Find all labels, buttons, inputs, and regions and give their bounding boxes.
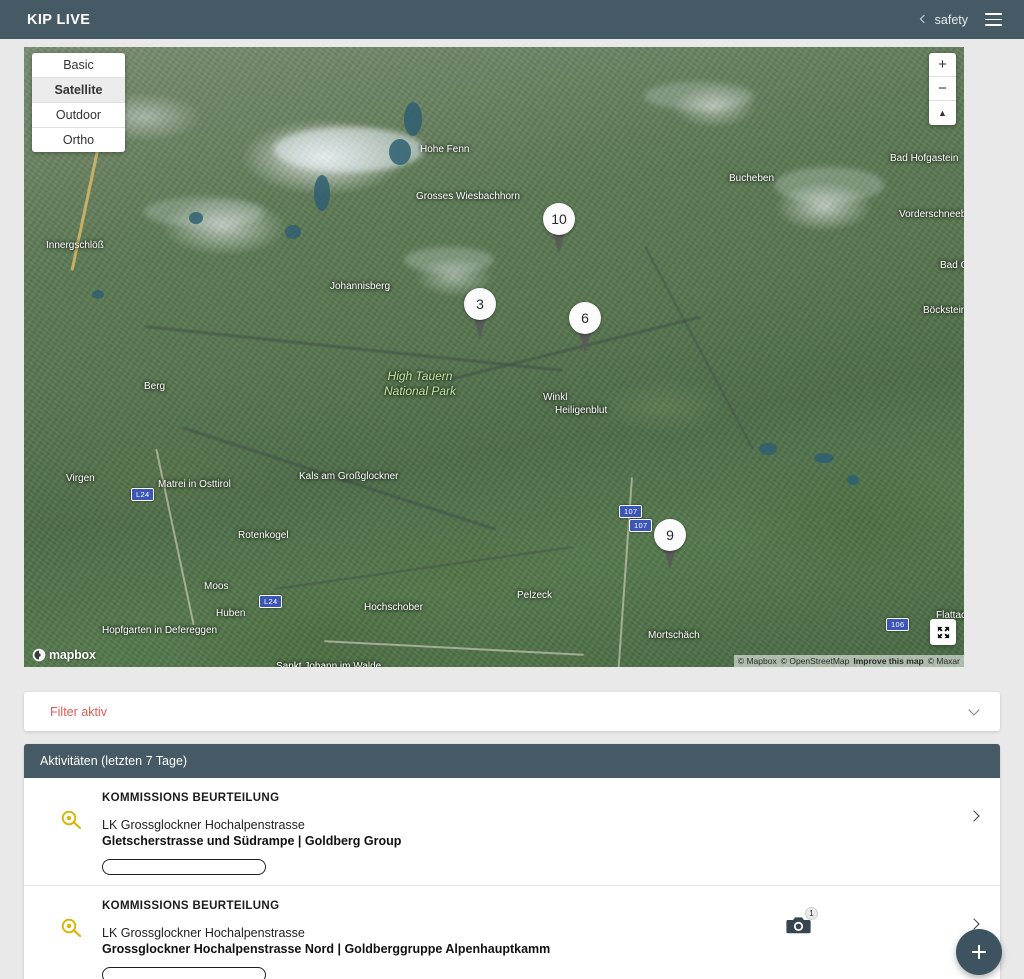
- back-link-label: safety: [934, 12, 968, 27]
- activities-title: Aktivitäten (letzten 7 Tage): [24, 744, 1000, 778]
- compass-north-button[interactable]: ▲: [929, 101, 956, 125]
- activity-section-label: Gletscherstrasse und Südrampe | Goldberg…: [102, 834, 402, 848]
- activity-project-label: LK Grossglockner Hochalpenstrasse: [102, 818, 305, 832]
- activity-row[interactable]: KOMMISSIONS BEURTEILUNG LK Grossglockner …: [24, 886, 1000, 979]
- map-lake: [92, 290, 104, 299]
- chevron-down-icon[interactable]: [968, 703, 980, 716]
- layer-option-satellite[interactable]: Satellite: [32, 78, 125, 103]
- activity-body: KOMMISSIONS BEURTEILUNG LK Grossglockner …: [102, 792, 984, 875]
- plus-icon: [972, 945, 986, 959]
- map-cluster-count: 6: [569, 302, 601, 334]
- map-road-shield: 106: [886, 618, 910, 631]
- map-layer-switcher[interactable]: Basic Satellite Outdoor Ortho: [32, 53, 125, 152]
- chevron-left-icon: [919, 14, 928, 24]
- activity-status-pill: [102, 859, 266, 875]
- map-cluster-count: 9: [654, 519, 686, 551]
- layer-option-basic[interactable]: Basic: [32, 53, 125, 78]
- layer-option-outdoor[interactable]: Outdoor: [32, 103, 125, 128]
- map-lake: [389, 139, 411, 165]
- map-road-shield: L24: [131, 488, 155, 501]
- attribution-osm[interactable]: © OpenStreetMap: [781, 656, 850, 666]
- zoom-in-button[interactable]: +: [929, 53, 956, 77]
- attribution-mapbox[interactable]: © Mapbox: [738, 656, 777, 666]
- map-attribution: © Mapbox © OpenStreetMap Improve this ma…: [733, 655, 964, 667]
- activities-list: KOMMISSIONS BEURTEILUNG LK Grossglockner …: [24, 778, 1000, 979]
- map-cluster-marker[interactable]: 3: [461, 288, 499, 340]
- layer-option-ortho[interactable]: Ortho: [32, 128, 125, 152]
- hamburger-menu-icon[interactable]: [985, 13, 1002, 26]
- photo-count-badge: 1: [805, 907, 818, 920]
- map-ridge: [774, 167, 884, 203]
- filter-status-label: Filter aktiv: [50, 704, 107, 719]
- map-ridge: [144, 197, 264, 227]
- header-actions: safety: [919, 12, 1002, 27]
- map-cluster-marker[interactable]: 10: [540, 203, 578, 255]
- map-lake: [847, 475, 859, 485]
- activity-type-label: KOMMISSIONS BEURTEILUNG: [102, 900, 280, 912]
- activity-row[interactable]: KOMMISSIONS BEURTEILUNG LK Grossglockner …: [24, 778, 1000, 886]
- attribution-maxar[interactable]: © Maxar: [928, 656, 960, 666]
- activities-panel: Aktivitäten (letzten 7 Tage) KOMMISSIONS…: [24, 744, 1000, 979]
- map-lake: [759, 443, 777, 455]
- map-ridge: [404, 247, 494, 273]
- activity-project-label: LK Grossglockner Hochalpenstrasse: [102, 926, 305, 940]
- map-lake: [285, 225, 301, 239]
- activity-status-pill: [102, 967, 266, 979]
- map-terrain-texture: [24, 47, 964, 667]
- activity-body: KOMMISSIONS BEURTEILUNG LK Grossglockner …: [102, 900, 984, 979]
- map-cluster-marker[interactable]: 6: [566, 302, 604, 354]
- back-to-safety-link[interactable]: safety: [919, 12, 968, 27]
- map-container[interactable]: Basic Satellite Outdoor Ortho + − ▲ Hohe…: [24, 47, 964, 667]
- app-header: KIP LIVE safety: [0, 0, 1024, 39]
- magnifier-icon: [40, 900, 102, 939]
- zoom-out-button[interactable]: −: [929, 77, 956, 101]
- app-title: KIP LIVE: [27, 11, 91, 28]
- map-cluster-marker[interactable]: 9: [651, 519, 689, 571]
- map-cluster-count: 3: [464, 288, 496, 320]
- map-road-shield: 107: [629, 519, 653, 532]
- map-road-shield: L24: [259, 595, 283, 608]
- fullscreen-icon[interactable]: [930, 619, 956, 645]
- activity-type-label: KOMMISSIONS BEURTEILUNG: [102, 792, 280, 804]
- map-ridge: [644, 82, 754, 110]
- camera-icon[interactable]: 1: [786, 907, 818, 936]
- map-lake: [814, 453, 834, 463]
- map-lake: [404, 102, 422, 136]
- magnifier-icon: [40, 792, 102, 831]
- map-lake: [189, 212, 203, 224]
- activity-section-label: Grossglockner Hochalpenstrasse Nord | Go…: [102, 942, 551, 956]
- page-body: Basic Satellite Outdoor Ortho + − ▲ Hohe…: [0, 39, 1024, 979]
- mapbox-logo[interactable]: mapbox: [32, 648, 96, 662]
- mapbox-logo-text: mapbox: [49, 648, 96, 662]
- map-cluster-count: 10: [543, 203, 575, 235]
- map-zoom-controls[interactable]: + − ▲: [929, 53, 956, 125]
- attribution-improve-link[interactable]: Improve this map: [853, 656, 923, 666]
- map-lake: [314, 175, 330, 211]
- filter-bar[interactable]: Filter aktiv: [24, 692, 1000, 731]
- map-road-shield: 107: [619, 505, 643, 518]
- add-activity-fab[interactable]: [956, 929, 1002, 975]
